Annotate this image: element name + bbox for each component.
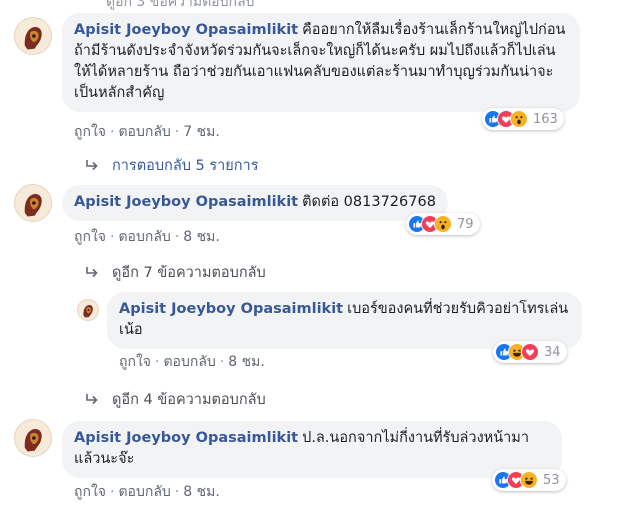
comment-bubble: Apisit Joeyboy Opasaimlikit ติดต่อ 081372…: [62, 185, 448, 221]
comment-author[interactable]: Apisit Joeyboy Opasaimlikit: [74, 194, 298, 210]
comment-bubble: Apisit Joeyboy Opasaimlikit ป.ล.นอกจากไม่…: [62, 421, 562, 478]
reaction-summary[interactable]: 53: [492, 469, 566, 491]
wow-icon: [510, 110, 528, 128]
comment-author[interactable]: Apisit Joeyboy Opasaimlikit: [119, 301, 343, 317]
avatar[interactable]: [14, 184, 52, 222]
reply-arrow-icon: [84, 393, 100, 407]
avatar[interactable]: [77, 299, 99, 321]
view-replies-label[interactable]: ดูอีก 7 ข้อความตอบกลับ: [112, 261, 266, 284]
reply-link[interactable]: ตอบกลับ: [118, 484, 170, 500]
reply-arrow-icon: [84, 159, 100, 173]
reply-link[interactable]: ตอบกลับ: [118, 229, 170, 245]
comment-author[interactable]: Apisit Joeyboy Opasaimlikit: [74, 22, 298, 38]
view-replies-link[interactable]: ดูอีก 7 ข้อความตอบกลับ: [84, 261, 266, 284]
view-more-replies-cut[interactable]: ดูอีก 3 ข้อความตอบกลับ: [106, 0, 254, 13]
timestamp[interactable]: 8 ชม.: [228, 354, 265, 370]
timestamp[interactable]: 8 ชม.: [183, 484, 220, 500]
reply-link[interactable]: ตอบกลับ: [163, 354, 215, 370]
reaction-count: 53: [543, 472, 560, 488]
view-replies-link[interactable]: ดูอีก 4 ข้อความตอบกลับ: [84, 388, 266, 411]
reaction-count: 34: [544, 344, 561, 360]
view-replies-label[interactable]: ดูอีก 4 ข้อความตอบกลับ: [112, 388, 266, 411]
timestamp[interactable]: 7 ชม.: [183, 124, 220, 140]
avatar[interactable]: [14, 17, 52, 55]
like-link[interactable]: ถูกใจ: [74, 229, 106, 245]
comment-actions: ถูกใจ · ตอบกลับ · 7 ชม.: [74, 124, 220, 140]
like-link[interactable]: ถูกใจ: [119, 354, 151, 370]
reaction-count: 163: [533, 111, 558, 127]
comment-actions: ถูกใจ · ตอบกลับ · 8 ชม.: [74, 229, 220, 245]
haha-icon: [520, 471, 538, 489]
reaction-summary[interactable]: 79: [406, 213, 480, 235]
view-replies-link[interactable]: การตอบกลับ 5 รายการ: [84, 154, 259, 177]
reaction-summary[interactable]: 34: [493, 341, 567, 363]
comment-actions: ถูกใจ · ตอบกลับ · 8 ชม.: [119, 354, 265, 370]
comment-bubble: Apisit Joeyboy Opasaimlikit คืออยากให้ลืม…: [62, 13, 580, 112]
wow-icon: [434, 215, 452, 233]
reply-arrow-icon: [84, 266, 100, 280]
like-link[interactable]: ถูกใจ: [74, 484, 106, 500]
like-link[interactable]: ถูกใจ: [74, 124, 106, 140]
reaction-count: 79: [457, 216, 474, 232]
comment-actions: ถูกใจ · ตอบกลับ · 8 ชม.: [74, 484, 220, 500]
comment-text: ติดต่อ 0813726768: [302, 194, 436, 210]
timestamp[interactable]: 8 ชม.: [183, 229, 220, 245]
reply-link[interactable]: ตอบกลับ: [118, 124, 170, 140]
comment-author[interactable]: Apisit Joeyboy Opasaimlikit: [74, 430, 298, 446]
avatar[interactable]: [14, 419, 52, 457]
reaction-summary[interactable]: 163: [482, 108, 564, 130]
view-replies-label[interactable]: การตอบกลับ 5 รายการ: [112, 154, 259, 177]
love-icon: [521, 343, 539, 361]
